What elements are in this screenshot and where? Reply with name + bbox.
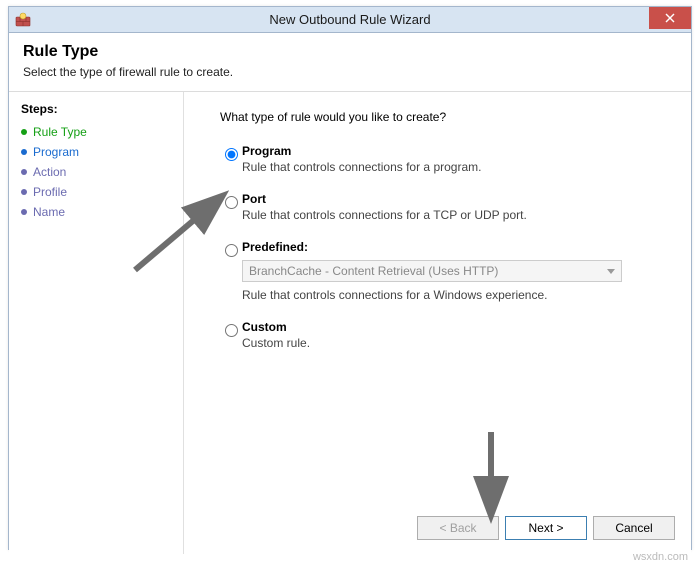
- step-bullet-icon: [21, 189, 27, 195]
- window-title: New Outbound Rule Wizard: [9, 12, 691, 27]
- option-desc: Rule that controls connections for a Win…: [242, 288, 671, 302]
- content-prompt: What type of rule would you like to crea…: [220, 110, 671, 124]
- option-title: Custom: [242, 320, 671, 334]
- option-port: Port Rule that controls connections for …: [220, 192, 671, 222]
- option-title: Program: [242, 144, 671, 158]
- step-bullet-icon: [21, 129, 27, 135]
- step-profile[interactable]: Profile: [21, 182, 171, 202]
- combo-value: BranchCache - Content Retrieval (Uses HT…: [249, 264, 498, 278]
- next-button[interactable]: Next >: [505, 516, 587, 540]
- back-button: < Back: [417, 516, 499, 540]
- step-action[interactable]: Action: [21, 162, 171, 182]
- steps-sidebar: Steps: Rule Type Program Action Profile …: [9, 92, 184, 554]
- wizard-window: New Outbound Rule Wizard Rule Type Selec…: [8, 6, 692, 550]
- radio-custom[interactable]: [225, 324, 238, 337]
- wizard-header: Rule Type Select the type of firewall ru…: [9, 33, 691, 92]
- step-label: Program: [33, 145, 79, 159]
- step-bullet-icon: [21, 209, 27, 215]
- step-label: Rule Type: [33, 125, 87, 139]
- step-label: Action: [33, 165, 66, 179]
- step-label: Name: [33, 205, 65, 219]
- option-desc: Custom rule.: [242, 336, 671, 350]
- page-subtitle: Select the type of firewall rule to crea…: [23, 65, 677, 79]
- predefined-combo: BranchCache - Content Retrieval (Uses HT…: [242, 260, 622, 282]
- wizard-content: What type of rule would you like to crea…: [184, 92, 691, 554]
- wizard-buttons: < Back Next > Cancel: [417, 516, 675, 540]
- option-title: Predefined:: [242, 240, 671, 254]
- cancel-button[interactable]: Cancel: [593, 516, 675, 540]
- step-bullet-icon: [21, 149, 27, 155]
- watermark: wsxdn.com: [633, 551, 688, 563]
- step-label: Profile: [33, 185, 67, 199]
- option-predefined: Predefined: BranchCache - Content Retrie…: [220, 240, 671, 302]
- radio-port[interactable]: [225, 196, 238, 209]
- option-program: Program Rule that controls connections f…: [220, 144, 671, 174]
- radio-predefined[interactable]: [225, 244, 238, 257]
- step-rule-type[interactable]: Rule Type: [21, 122, 171, 142]
- firewall-icon: [15, 12, 31, 28]
- option-custom: Custom Custom rule.: [220, 320, 671, 350]
- page-title: Rule Type: [23, 43, 677, 61]
- option-title: Port: [242, 192, 671, 206]
- step-name[interactable]: Name: [21, 202, 171, 222]
- close-button[interactable]: [649, 7, 691, 29]
- option-desc: Rule that controls connections for a pro…: [242, 160, 671, 174]
- titlebar: New Outbound Rule Wizard: [9, 7, 691, 33]
- step-program[interactable]: Program: [21, 142, 171, 162]
- option-desc: Rule that controls connections for a TCP…: [242, 208, 671, 222]
- steps-label: Steps:: [21, 102, 171, 116]
- radio-program[interactable]: [225, 148, 238, 161]
- step-bullet-icon: [21, 169, 27, 175]
- wizard-body: Steps: Rule Type Program Action Profile …: [9, 92, 691, 554]
